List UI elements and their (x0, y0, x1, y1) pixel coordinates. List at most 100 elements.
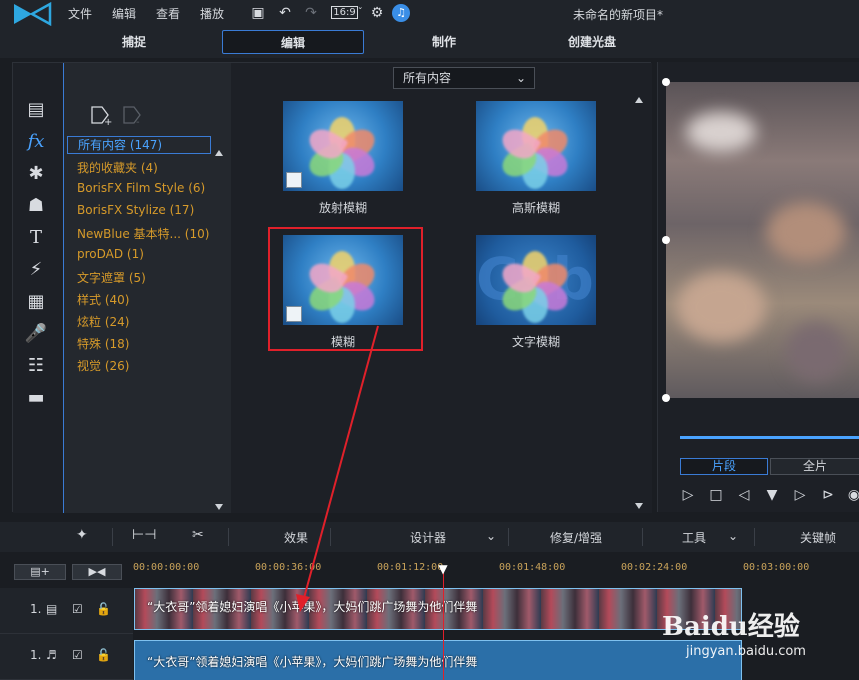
resize-handle[interactable] (662, 236, 670, 244)
effects-button[interactable]: 效果 (284, 529, 308, 546)
playhead-marker-icon[interactable]: ▼ (436, 562, 450, 576)
category-item[interactable]: BorisFX Film Style (6) (77, 181, 205, 195)
chevron-down-icon[interactable]: ⌄ (728, 529, 738, 543)
chevron-down-icon: ⌄ (515, 71, 526, 85)
preview-progress-bar[interactable] (680, 436, 859, 439)
category-panel: + - 所有内容 (147) 我的收藏夹 (4) BorisFX Film St… (63, 63, 231, 513)
tick-label: 00:02:24:00 (621, 562, 688, 573)
tab-produce[interactable]: 制作 (400, 30, 488, 54)
filter-value: 所有内容 (403, 71, 452, 85)
category-item[interactable]: 特殊 (18) (77, 335, 129, 352)
category-item[interactable]: 视觉 (26) (77, 357, 129, 374)
effect-radial-blur[interactable]: 放射模糊 (283, 101, 403, 216)
save-icon[interactable]: ▣ (249, 4, 267, 22)
tab-create-disc[interactable]: 创建光盘 (548, 30, 636, 54)
effect-gaussian-blur[interactable]: 高斯模糊 (476, 101, 596, 216)
camera-icon[interactable]: ◉ (844, 485, 859, 505)
voice-record-icon[interactable]: 🎤 (23, 321, 49, 347)
resize-handle[interactable] (662, 78, 670, 86)
transition-room-icon[interactable]: ⚡ (23, 257, 49, 283)
fix-enhance-button[interactable]: 修复/增强 (550, 529, 602, 546)
video-track-header: 1. ▤ ☑ 🔓 (0, 588, 133, 634)
category-item[interactable]: BorisFX Stylize (17) (77, 203, 194, 217)
resize-handle[interactable] (662, 394, 670, 402)
scroll-down-icon (635, 503, 643, 509)
pip-room-icon[interactable]: ✱ (23, 161, 49, 187)
chapter-room-icon[interactable]: ☷ (23, 353, 49, 379)
category-item[interactable]: 样式 (40) (77, 291, 129, 308)
content-filter-select[interactable]: 所有内容 ⌄ (393, 67, 535, 89)
svg-text:+: + (104, 117, 112, 127)
scroll-up-icon (635, 97, 643, 103)
undo-icon[interactable]: ↶ (276, 4, 294, 22)
track-enable-checkbox[interactable]: ☑ (72, 648, 83, 662)
menu-play[interactable]: 播放 (200, 5, 224, 22)
effect-label: 放射模糊 (318, 201, 367, 215)
stop-icon[interactable]: □ (706, 485, 726, 505)
category-item[interactable]: NewBlue 基本特... (10) (77, 225, 209, 242)
add-tag-icon[interactable]: + (91, 106, 112, 127)
preview-handles (662, 78, 670, 402)
menu-edit[interactable]: 编辑 (112, 5, 136, 22)
watermark-url: jingyan.baidu.com (686, 644, 806, 659)
subtitle-room-icon[interactable]: ▬ (23, 385, 49, 411)
effect-text-blur[interactable]: Cvb 文字模糊 (476, 235, 596, 350)
aspect-ratio-select[interactable]: 16:9 ˇ (330, 4, 364, 22)
library-toolbar: 所有内容 ⌄ ∷ ↗ 模糊 ✕ (231, 63, 859, 93)
clip-title: “大衣哥”领着媳妇演唱《小苹果》，大妈们跳广场舞为他们伴舞 (147, 600, 478, 614)
watermark-brand: Baidu经验 (662, 612, 800, 642)
particle-room-icon[interactable]: ☗ (23, 193, 49, 219)
lock-icon[interactable]: 🔓 (96, 602, 111, 616)
scroll-down-icon (215, 504, 223, 510)
menu-file[interactable]: 文件 (68, 5, 92, 22)
effect-thumbnail (476, 101, 596, 191)
room-icon-rail: ▤ fx ✱ ☗ T ⚡ ▦ 🎤 ☷ ▬ (13, 63, 63, 513)
magic-tools-icon[interactable]: ✦ (76, 527, 88, 543)
redo-icon[interactable]: ↷ (302, 4, 320, 22)
tick-label: 00:00:00:00 (133, 562, 200, 573)
category-scrollbar[interactable] (215, 150, 223, 510)
storyboard-view-button[interactable]: ▤+ (14, 564, 66, 580)
movie-mode-tab[interactable]: 全片 (770, 458, 859, 475)
preview-panel: 片段 全片 ▷ □ ◁ ▼ ▷ ⊳ ◉ (657, 62, 859, 512)
scroll-up-icon (215, 150, 223, 156)
remove-tag-icon[interactable]: - (123, 106, 141, 127)
track-enable-checkbox[interactable]: ☑ (72, 602, 83, 616)
effects-room-icon[interactable]: fx (23, 129, 49, 155)
category-item[interactable]: 我的收藏夹 (4) (77, 159, 158, 176)
timeline-toolbar: ✦ ⊢⊣ ✂ 效果 设计器 ⌄ 修复/增强 工具 ⌄ 关键帧 (0, 522, 859, 552)
grid-scrollbar[interactable] (635, 97, 643, 509)
next-frame-icon[interactable]: ▷ (790, 485, 810, 505)
tools-button[interactable]: 工具 (682, 529, 706, 546)
snapshot-frame-icon[interactable]: ▼ (762, 485, 782, 505)
notification-bell-icon[interactable]: ♫ (392, 4, 410, 22)
tab-edit[interactable]: 编辑 (222, 30, 364, 54)
track-number: 1. (30, 648, 42, 662)
effect-thumbnail (283, 101, 403, 191)
playhead[interactable] (443, 568, 444, 680)
tab-capture[interactable]: 捕捉 (90, 30, 178, 54)
trim-scissors-icon[interactable]: ✂ (192, 527, 204, 543)
clip-mode-tab[interactable]: 片段 (680, 458, 768, 475)
title-room-icon[interactable]: T (23, 225, 49, 251)
category-item[interactable]: proDAD (1) (77, 247, 144, 261)
play-icon[interactable]: ▷ (678, 485, 698, 505)
designer-button[interactable]: 设计器 (410, 529, 446, 546)
menu-view[interactable]: 查看 (156, 5, 180, 22)
keyframe-button[interactable]: 关键帧 (800, 529, 836, 546)
fast-forward-icon[interactable]: ⊳ (818, 485, 838, 505)
split-icon[interactable]: ⊢⊣ (132, 527, 156, 543)
tick-label: 00:01:12:00 (377, 562, 444, 573)
category-all[interactable]: 所有内容 (147) (67, 136, 211, 154)
category-item[interactable]: 炫粒 (24) (77, 313, 129, 330)
previous-frame-icon[interactable]: ◁ (734, 485, 754, 505)
audio-mix-room-icon[interactable]: ▦ (23, 289, 49, 315)
time-ruler[interactable]: 00:00:00:00 00:00:36:00 00:01:12:00 00:0… (133, 560, 859, 584)
settings-gear-icon[interactable]: ⚙ (368, 4, 386, 22)
category-item[interactable]: 文字遮罩 (5) (77, 269, 146, 286)
media-room-icon[interactable]: ▤ (23, 97, 49, 123)
fit-timeline-button[interactable]: ▶◀ (72, 564, 122, 580)
mode-tabs: 捕捉 编辑 制作 创建光盘 (0, 28, 859, 58)
lock-icon[interactable]: 🔓 (96, 648, 111, 662)
chevron-down-icon[interactable]: ⌄ (486, 529, 496, 543)
